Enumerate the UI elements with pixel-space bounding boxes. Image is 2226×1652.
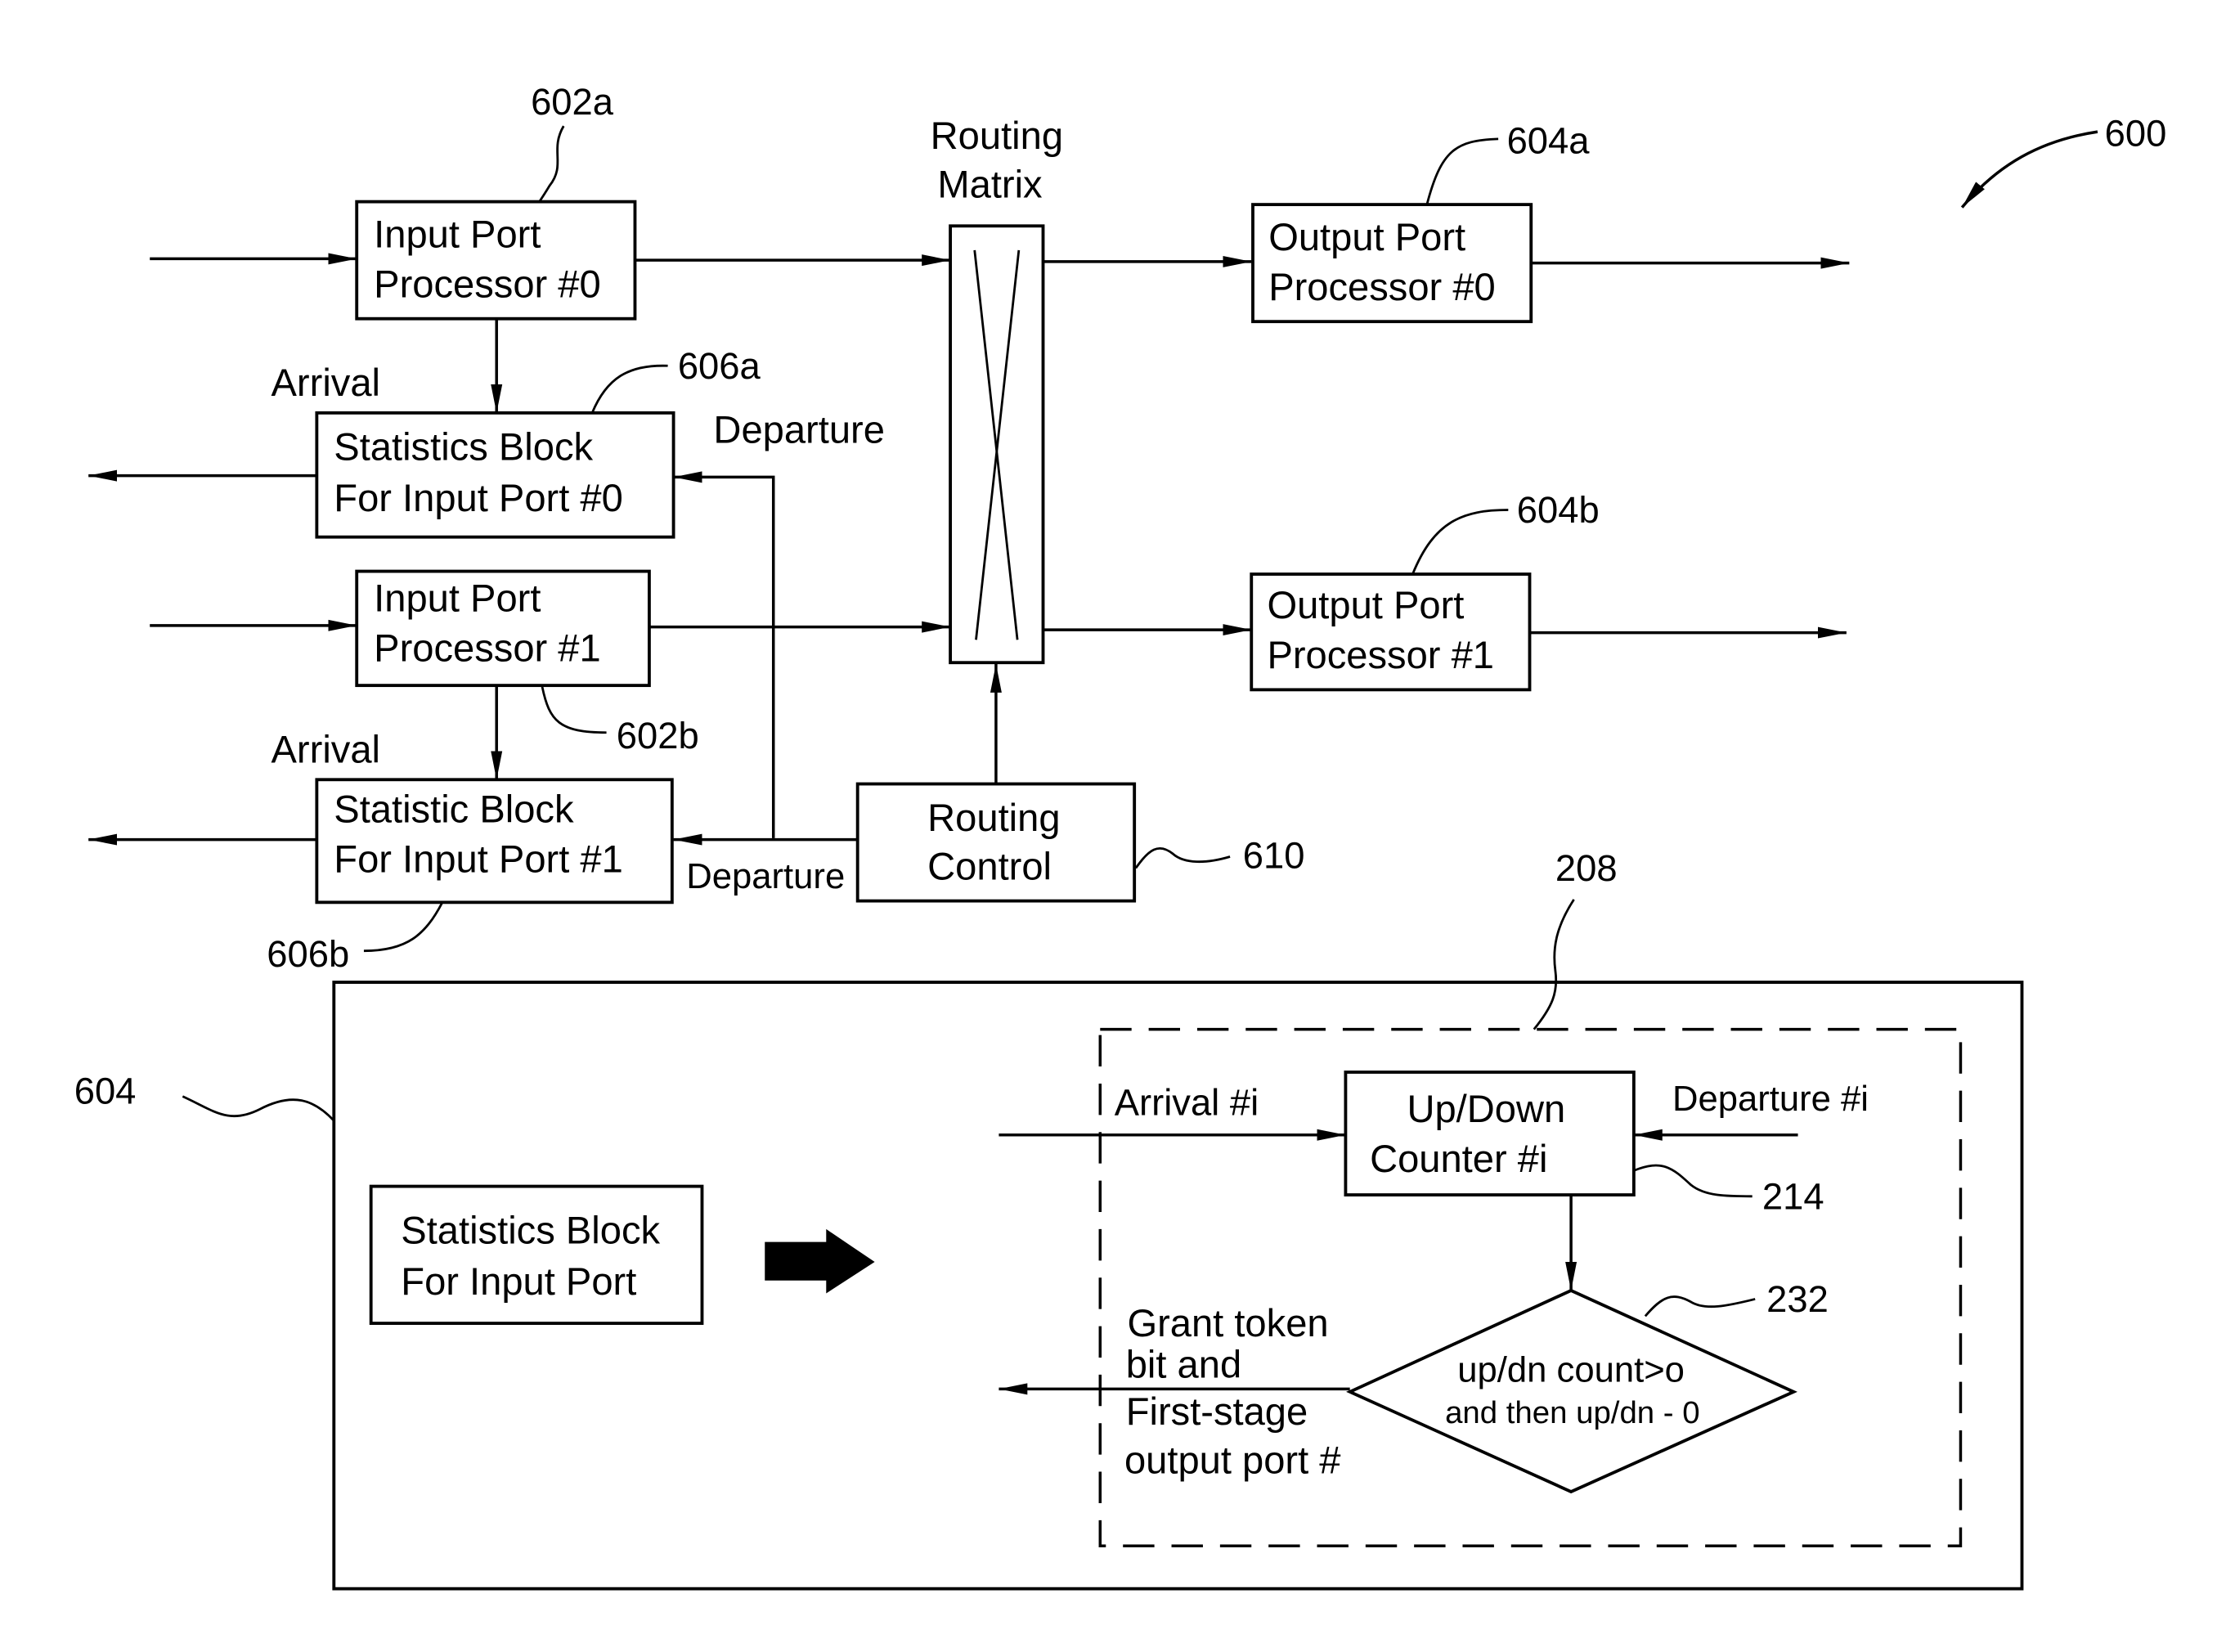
ref-602b: 602b [617,715,699,756]
leader-214 [1633,1164,1753,1198]
stat-block-0-label-line1: Statistics Block [334,424,593,468]
arrival-i-label: Arrival #i [1115,1081,1259,1123]
output-port-0-label-line2: Processor #0 [1268,265,1496,308]
decision-label-line1: up/dn count>o [1457,1351,1685,1390]
leader-602b [541,686,607,734]
decision-label-line2: and then up/dn - 0 [1445,1395,1700,1430]
arrival-0-label: Arrival [272,361,380,404]
patent-figure-600: 600 Input Port Processor #0 602a Arrival… [74,81,2167,1591]
decision-diamond [1346,1288,1797,1494]
leader-606a [590,364,668,414]
statistics-block-0: Statistics Block For Input Port #0 606a [315,345,761,539]
grant-label-line2: bit and [1126,1342,1241,1385]
input-port-1-label-line1: Input Port [374,576,541,619]
ref-214: 214 [1762,1175,1824,1217]
output-port-1-label-line1: Output Port [1267,583,1464,626]
output-port-0-label-line1: Output Port [1268,215,1465,258]
ref-232: 232 [1766,1278,1829,1320]
figure-ref-600: 600 [1960,113,2167,209]
routing-matrix-label-line2: Matrix [937,162,1043,205]
input-port-1-label-line2: Processor #1 [374,626,601,669]
input-port-0-label-line1: Input Port [374,212,541,255]
leader-604b [1411,509,1509,575]
routing-control-label-line2: Control [927,844,1052,887]
departure-i-label: Departure #i [1672,1080,1869,1119]
leader-606b [363,901,444,953]
grant-label-line4: output port # [1124,1438,1341,1481]
stat-block-1-label-line1: Statistic Block [334,788,574,831]
ref-604a: 604a [1507,119,1591,161]
routing-matrix: Routing Matrix [931,114,1063,665]
figure-number: 600 [2105,113,2167,155]
input-port-processor-0: Input Port Processor #0 602a [355,81,637,321]
routing-matrix-label-line1: Routing [931,114,1063,157]
output-port-processor-1: Output Port Processor #1 604b [1250,489,1600,692]
counter-label-line1: Up/Down [1407,1087,1565,1130]
leader-602a [538,125,565,203]
ref-208: 208 [1555,847,1618,889]
leader-610 [1134,846,1231,869]
figure-ref-arrow [1960,130,2098,209]
counter-label-line2: Counter #i [1370,1137,1547,1180]
departure-1-label: Departure [686,857,845,896]
arrival-1-label: Arrival [272,727,380,770]
routing-control: Routing Control 610 [855,782,1305,903]
output-port-processor-0: Output Port Processor #0 604a [1251,119,1591,324]
detail-panel-604: 604 Statistics Block For Input Port 208 … [74,847,2024,1591]
ref-604: 604 [74,1070,137,1111]
statistics-block-1: Statistic Block For Input Port #1 606b [267,778,674,975]
output-port-1-label-line2: Processor #1 [1267,633,1494,676]
ref-602a: 602a [531,81,614,123]
leader-604a [1425,137,1499,205]
grant-label-line1: Grant token [1127,1301,1328,1344]
ref-606b: 606b [267,933,349,975]
departure-0-label: Departure [713,408,884,451]
leader-604 [182,1095,335,1122]
expand-arrow-icon [765,1228,875,1294]
input-port-processor-1: Input Port Processor #1 602b [355,569,699,756]
detail-stat-block-label-line1: Statistics Block [401,1208,660,1251]
ref-606a: 606a [678,345,761,387]
ref-604b: 604b [1517,489,1600,531]
detail-stat-block-label-line2: For Input Port [401,1259,636,1303]
ref-610: 610 [1243,834,1305,876]
leader-232 [1644,1295,1756,1318]
departure-0-arrow [673,471,775,838]
stat-block-0-label-line2: For Input Port #0 [334,476,623,519]
stat-block-1-label-line2: For Input Port #1 [334,837,623,881]
input-port-0-label-line2: Processor #0 [374,263,601,306]
routing-control-label-line1: Routing [927,796,1060,839]
grant-label-line3: First-stage [1126,1389,1308,1433]
leader-208 [1533,899,1575,1030]
